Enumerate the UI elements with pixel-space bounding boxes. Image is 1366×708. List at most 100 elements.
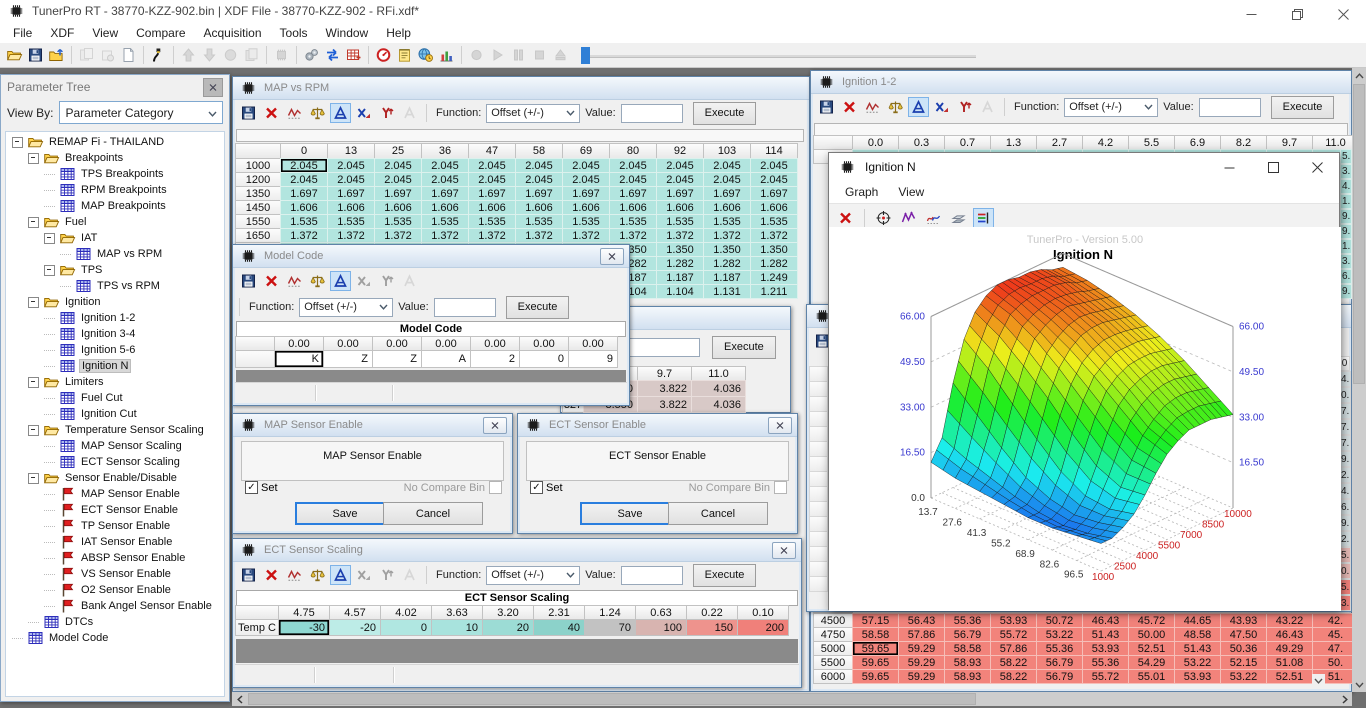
panel-close-icon[interactable] <box>203 78 223 97</box>
tree-item[interactable]: Fuel <box>6 214 224 230</box>
data-cell[interactable]: 1.535 <box>703 214 751 229</box>
tree-item[interactable]: TPS Breakpoints <box>6 166 224 182</box>
data-cell[interactable]: 1.606 <box>515 200 563 215</box>
data-cell[interactable]: 1.535 <box>750 214 798 229</box>
data-cell[interactable]: 1.535 <box>421 214 469 229</box>
tree-expander-icon[interactable] <box>28 473 39 484</box>
tree-item[interactable]: TPS vs RPM <box>6 278 224 294</box>
column-header-cell[interactable]: 9.7 <box>637 366 692 381</box>
delete-x-icon[interactable] <box>835 208 856 228</box>
data-cell[interactable]: 1.282 <box>750 256 798 271</box>
data-cell[interactable]: 55.36 <box>1036 641 1083 656</box>
column-header-cell[interactable]: 36 <box>421 143 469 159</box>
data-cell[interactable]: 2.045 <box>656 172 704 187</box>
menu-view[interactable]: View <box>83 24 127 42</box>
axis-y-icon[interactable] <box>376 271 397 291</box>
row-header-cell[interactable]: 6000 <box>813 669 853 684</box>
axis-y-icon[interactable] <box>376 565 397 585</box>
data-cell[interactable]: 2.045 <box>327 158 375 173</box>
tree-expander-icon[interactable] <box>44 265 55 276</box>
data-cell[interactable]: 1.697 <box>562 186 610 201</box>
data-cell[interactable]: 2.045 <box>750 158 798 173</box>
data-cell[interactable]: 50.36 <box>1220 641 1267 656</box>
child-titlebar[interactable]: MAP vs RPM <box>233 77 809 100</box>
child-close-icon[interactable] <box>483 417 507 434</box>
data-cell[interactable]: 1.372 <box>515 228 563 243</box>
child-titlebar[interactable]: ECT Sensor Scaling <box>233 539 801 562</box>
data-cell[interactable]: 2.045 <box>468 158 516 173</box>
scale-icon[interactable] <box>307 103 328 123</box>
mdi-vertical-scrollbar[interactable] <box>1352 68 1366 692</box>
axis-x-icon[interactable] <box>931 97 952 117</box>
scale-icon[interactable] <box>885 97 906 117</box>
data-cell[interactable]: 48.58 <box>1174 627 1221 642</box>
data-cell[interactable]: 1.606 <box>703 200 751 215</box>
scroll-up-icon[interactable] <box>1352 68 1366 83</box>
data-cell[interactable]: 46.43 <box>1082 613 1129 628</box>
delete-x-icon[interactable] <box>261 271 282 291</box>
row-header-cell[interactable] <box>809 516 828 532</box>
column-header-cell[interactable]: 25 <box>374 143 422 159</box>
menu-compare[interactable]: Compare <box>127 24 194 42</box>
data-cell[interactable]: 150 <box>686 619 738 636</box>
data-cell[interactable]: 2.045 <box>562 172 610 187</box>
data-cell[interactable]: 59.29 <box>898 655 945 670</box>
data-cell[interactable]: 55.01 <box>1128 669 1175 684</box>
tree-expander-icon[interactable] <box>44 233 55 244</box>
trace-icon[interactable] <box>862 97 883 117</box>
row-header-cell[interactable]: 5000 <box>813 641 853 656</box>
data-cell[interactable]: 1.535 <box>562 214 610 229</box>
text-a-icon[interactable] <box>399 103 420 123</box>
column-header-cell[interactable]: 0.00 <box>323 336 373 351</box>
data-cell[interactable]: 53.93 <box>990 613 1037 628</box>
compare-doc2-icon[interactable] <box>97 45 118 65</box>
tree-item[interactable]: DTCs <box>6 614 224 630</box>
data-cell[interactable]: 2.045 <box>609 158 657 173</box>
data-cell[interactable]: 1.282 <box>656 256 704 271</box>
data-cell[interactable]: 1.372 <box>374 228 422 243</box>
world-clock-icon[interactable] <box>415 45 436 65</box>
data-cell[interactable]: 2 <box>470 350 520 368</box>
menu-graph[interactable]: Graph <box>835 183 888 201</box>
tree-item[interactable]: Ignition 3-4 <box>6 326 224 342</box>
gauge-icon[interactable] <box>373 45 394 65</box>
tree-item[interactable]: Breakpoints <box>6 150 224 166</box>
data-cell[interactable]: 1.350 <box>750 242 798 257</box>
column-header-cell[interactable]: 4.2 <box>1082 135 1129 150</box>
notepad-icon[interactable] <box>394 45 415 65</box>
menu-acquisition[interactable]: Acquisition <box>195 24 271 42</box>
data-cell[interactable]: 55.36 <box>944 613 991 628</box>
data-cell[interactable]: 59.29 <box>898 669 945 684</box>
row-header-cell[interactable] <box>809 531 828 547</box>
data-cell[interactable]: 53.22 <box>1220 669 1267 684</box>
tree-item[interactable]: Sensor Enable/Disable <box>6 470 224 486</box>
data-cell[interactable]: 59.65 <box>852 641 899 656</box>
zigzag-icon[interactable] <box>898 208 919 228</box>
data-cell[interactable]: 1.606 <box>750 200 798 215</box>
column-header-cell[interactable]: 47 <box>468 143 516 159</box>
column-header-cell[interactable]: 103 <box>703 143 751 159</box>
data-cell[interactable]: 53.22 <box>1036 627 1083 642</box>
value-input[interactable] <box>434 298 496 317</box>
data-cell[interactable]: 1.697 <box>515 186 563 201</box>
data-cell[interactable]: 1.372 <box>421 228 469 243</box>
menu-window[interactable]: Window <box>317 24 378 42</box>
data-cell[interactable]: 53.93 <box>1174 669 1221 684</box>
cancel-button[interactable]: Cancel <box>383 502 483 525</box>
data-cell[interactable]: 1.535 <box>374 214 422 229</box>
column-header-cell[interactable]: 92 <box>656 143 704 159</box>
data-cell[interactable]: 58.22 <box>990 669 1037 684</box>
graph-window-titlebar[interactable]: Ignition N <box>829 153 1339 181</box>
data-cell[interactable]: 1.697 <box>750 186 798 201</box>
delete-x-icon[interactable] <box>261 565 282 585</box>
column-header-cell[interactable]: 2.31 <box>533 605 585 620</box>
data-cell[interactable]: 58.93 <box>944 669 991 684</box>
data-cell[interactable]: 58.58 <box>852 627 899 642</box>
trace-icon[interactable] <box>284 565 305 585</box>
gears-icon[interactable] <box>301 45 322 65</box>
arrow-down-icon[interactable] <box>199 45 220 65</box>
data-cell[interactable]: 50.72 <box>1036 613 1083 628</box>
row-header-cell[interactable]: 1200 <box>235 172 281 187</box>
data-cell[interactable]: 57.86 <box>898 627 945 642</box>
view-by-select[interactable]: Parameter Category <box>59 101 223 124</box>
